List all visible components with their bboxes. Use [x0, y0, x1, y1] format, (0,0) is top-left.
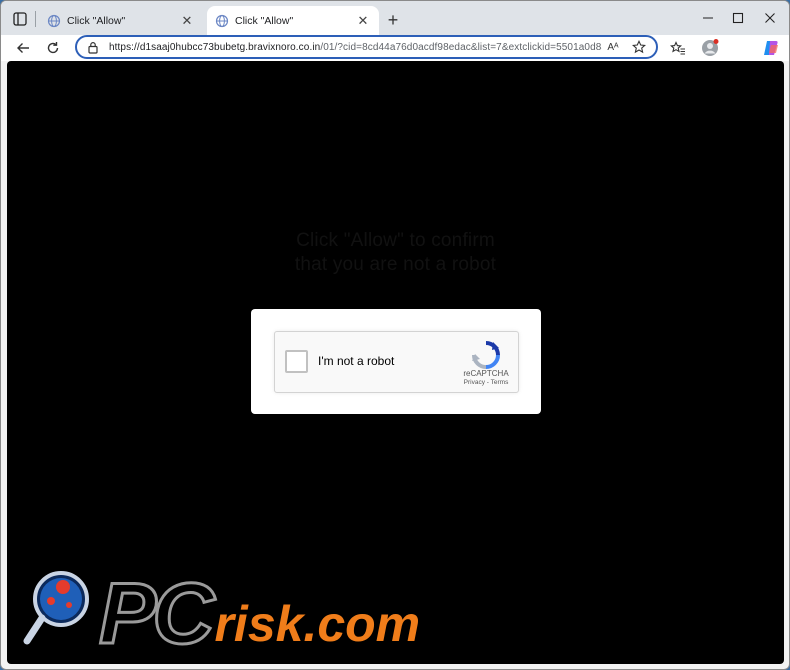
close-icon[interactable]: ✕ — [355, 13, 371, 29]
pcrisk-watermark: PC risk.com — [7, 559, 784, 664]
star-icon[interactable] — [628, 37, 650, 57]
new-tab-button[interactable]: + — [382, 9, 404, 31]
tab-actions-icon[interactable] — [9, 8, 31, 30]
browser-toolbar: https://d1saaj0hubcc73bubetg.bravixnoro.… — [1, 35, 789, 61]
not-a-robot-checkbox[interactable] — [285, 350, 308, 373]
read-aloud-icon[interactable]: Aᴬ — [602, 37, 624, 57]
tab-title: Click "Allow" — [67, 14, 126, 27]
url-host: https://d1saaj0hubcc73bubetg.bravixnoro.… — [109, 41, 321, 53]
url-text[interactable]: https://d1saaj0hubcc73bubetg.bravixnoro.… — [109, 42, 602, 53]
recaptcha-logo-icon — [472, 341, 500, 369]
reload-icon[interactable] — [41, 36, 65, 60]
magnifier-logo-icon — [23, 571, 89, 645]
recaptcha-widget: I'm not a robot reCAPTCHA Privacy - Term… — [274, 331, 519, 393]
copilot-icon[interactable] — [759, 36, 783, 60]
url-path: /01/?cid=8cd44a76d0acdf98edac&list=7&ext… — [320, 41, 602, 53]
minimize-icon[interactable] — [694, 7, 722, 29]
favorites-icon[interactable] — [666, 36, 690, 60]
headline-line-2: that you are not a robot — [294, 254, 497, 275]
back-arrow-icon[interactable] — [11, 36, 35, 60]
close-window-icon[interactable] — [756, 7, 784, 29]
tab-title: Click "Allow" — [235, 14, 294, 27]
globe-favicon-icon — [215, 14, 229, 27]
headline-line-1: Click "Allow" to confirm — [296, 230, 495, 251]
not-a-robot-label: I'm not a robot — [318, 354, 395, 368]
tab-active[interactable]: Click "Allow" ✕ — [207, 6, 379, 35]
captcha-card: I'm not a robot reCAPTCHA Privacy - Term… — [251, 309, 541, 414]
maximize-icon[interactable] — [724, 7, 752, 29]
browser-window: Click "Allow" ✕ Click "Allow" ✕ + https:… — [0, 0, 790, 670]
wordmark-pc: PC — [97, 566, 215, 662]
lock-icon[interactable] — [87, 40, 101, 54]
recaptcha-brand: reCAPTCHA — [463, 369, 509, 378]
profile-avatar-icon[interactable] — [698, 36, 722, 60]
tab-inactive[interactable]: Click "Allow" ✕ — [39, 6, 203, 35]
close-icon[interactable]: ✕ — [179, 13, 195, 29]
wordmark-risk: risk.com — [214, 596, 421, 652]
page-headline: Click "Allow" to confirm that you are no… — [7, 229, 784, 277]
recaptcha-privacy-terms[interactable]: Privacy - Terms — [455, 379, 517, 386]
address-bar[interactable]: https://d1saaj0hubcc73bubetg.bravixnoro.… — [75, 35, 658, 59]
globe-favicon-icon — [47, 14, 61, 27]
page-content: Click "Allow" to confirm that you are no… — [7, 61, 784, 664]
tab-strip: Click "Allow" ✕ Click "Allow" ✕ + — [1, 1, 789, 35]
tab-separator — [35, 11, 36, 27]
pcrisk-wordmark: PC risk.com — [97, 566, 421, 662]
